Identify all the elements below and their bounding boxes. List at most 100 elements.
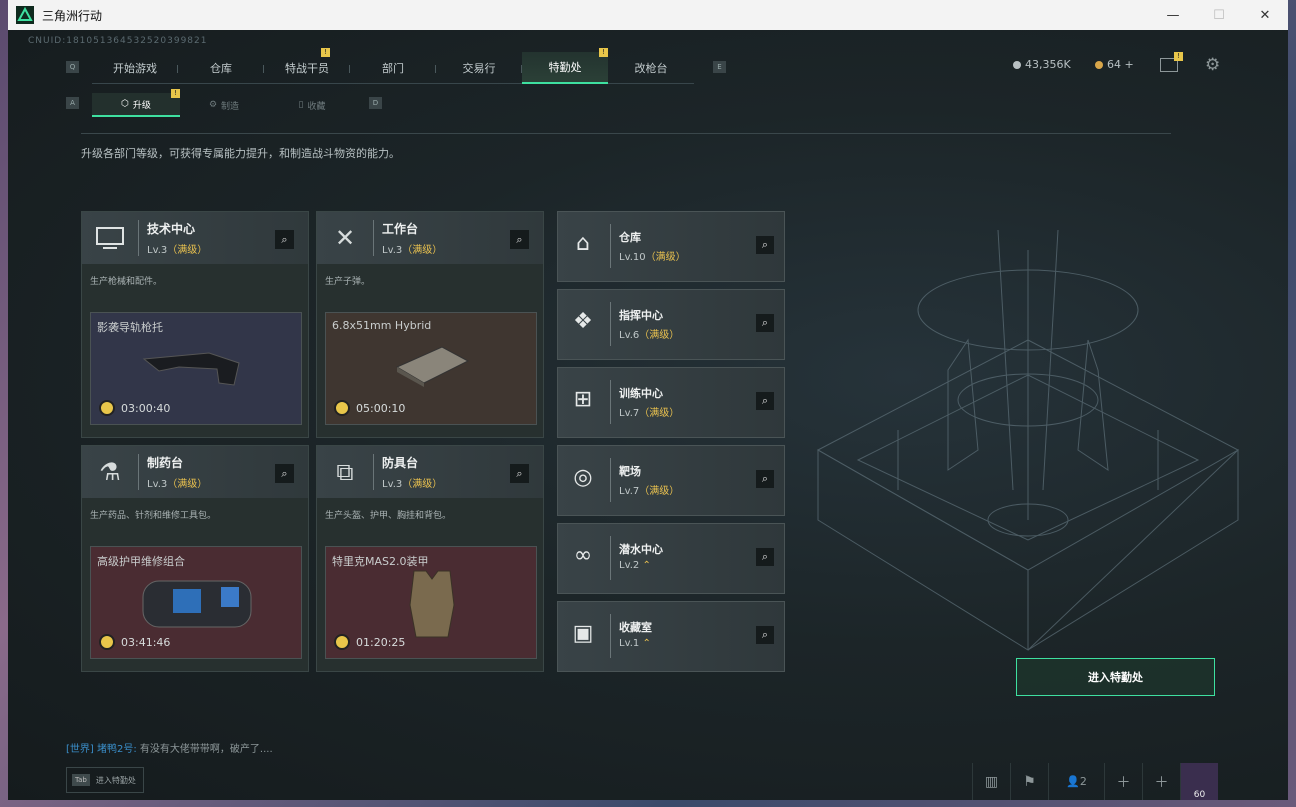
building-level: Lv.3（满级） [382,245,443,256]
chat-message[interactable]: [世界] 堵鸭2号: 有没有大佬带带啊，破产了.... [66,740,273,755]
armor-vest-image [409,570,455,638]
nav-key-left: Q [66,61,79,73]
search-icon[interactable]: ⌕ [756,236,774,254]
tab-warehouse[interactable]: 仓库 [178,52,264,84]
building-description: 生产子弹。 [325,277,371,287]
subtab-craft[interactable]: ⚙ 制造 [180,93,268,117]
minimize-button[interactable]: — [1150,0,1196,30]
building-name: 工作台 [382,222,419,236]
currency-main: 43,356K [1013,58,1071,71]
building-name: 训练中心 [619,387,663,400]
building-card-tech-center[interactable]: 技术中心 Lv.3（满级） ⌕ 生产枪械和配件。 影袭导轨枪托 03:00:40 [81,211,309,438]
building-description: 生产枪械和配件。 [90,277,163,287]
flag-icon[interactable]: ⚑ [1010,763,1048,800]
search-icon[interactable]: ⌕ [510,464,529,483]
building-card-training-center[interactable]: ⊞ 训练中心 Lv.7（满级） ⌕ [557,367,785,438]
coin-icon [1013,60,1021,69]
subtab-upgrade[interactable]: ⬡ 升级! [92,89,180,117]
search-icon[interactable]: ⌕ [756,392,774,410]
add-slot-button[interactable]: ＋ [1142,763,1180,800]
top-nav: 开始游戏 仓库 特战干员! 部门 交易行 特勤处! 改枪台 [92,48,694,84]
enter-special-ops-button[interactable]: 进入特勤处 [1016,658,1215,696]
notification-badge: ! [321,48,330,57]
command-icon: ❖ [573,308,593,334]
production-slot[interactable]: 特里克MAS2.0装甲 01:20:25 [325,546,537,659]
search-icon[interactable]: ⌕ [756,470,774,488]
currency-premium[interactable]: 64 + [1095,58,1134,71]
chat-user: 堵鸭2号: [97,744,137,755]
player-avatar[interactable]: 60 [1180,763,1218,800]
subnav-key-left: A [66,97,79,109]
tools-icon: ✕ [334,224,356,252]
tab-hint-button[interactable]: Tab 进入特勤处 [66,767,144,793]
game-viewport: CNUID:181051364532520399821 Q 开始游戏 仓库 特战… [8,30,1288,800]
notification-badge: ! [599,48,608,57]
uid-label: CNUID:181051364532520399821 [28,36,208,46]
chat-channel: [世界] [66,744,94,755]
timer-clock-icon [99,400,115,416]
subtab-collection[interactable]: ▯ 收藏 [268,93,356,117]
building-card-pharmacy[interactable]: ⚗ 制药台 Lv.3（满级） ⌕ 生产药品、针剂和维修工具包。 高级护甲维修组合… [81,445,309,672]
notification-badge: ! [171,89,180,98]
add-slot-button[interactable]: ＋ [1104,763,1142,800]
tab-gunsmith[interactable]: 改枪台 [608,52,694,84]
nav-key-right: E [713,61,726,73]
building-card-shooting-range[interactable]: ◎ 靶场 Lv.7（满级） ⌕ [557,445,785,516]
building-card-command-center[interactable]: ❖ 指挥中心 Lv.6（满级） ⌕ [557,289,785,360]
building-name: 收藏室 [619,621,652,634]
game-window: 三角洲行动 — ☐ ✕ CNUID:181051364532520399821 … [8,0,1288,800]
cubes-icon: ⧉ [336,458,354,486]
building-level: Lv.2 ⌃ [619,560,651,571]
building-level: Lv.3（满级） [147,479,208,490]
collection-icon: ▯ [298,100,304,110]
building-name: 技术中心 [147,222,196,236]
tab-start-game[interactable]: 开始游戏 [92,52,178,84]
repair-kit-bag-image [142,580,252,628]
search-icon[interactable]: ⌕ [756,314,774,332]
building-card-armor-bench[interactable]: ⧉ 防具台 Lv.3（满级） ⌕ 生产头盔、护甲、胸挂和背包。 特里克MAS2.… [316,445,544,672]
building-level: Lv.1 ⌃ [619,638,651,649]
target-icon: ◎ [573,464,593,490]
search-icon[interactable]: ⌕ [275,464,294,483]
search-icon[interactable]: ⌕ [756,626,774,644]
tab-operators[interactable]: 特战干员! [264,48,350,84]
building-level: Lv.3（满级） [382,479,443,490]
production-slot[interactable]: 高级护甲维修组合 03:41:46 [90,546,302,659]
title-bar: 三角洲行动 — ☐ ✕ [8,0,1288,30]
building-card-diving-center[interactable]: ∞ 潜水中心 Lv.2 ⌃ ⌕ [557,523,785,594]
page-description: 升级各部门等级，可获得专属能力提升，和制造战斗物资的能力。 [81,147,400,160]
search-icon[interactable]: ⌕ [510,230,529,249]
production-slot[interactable]: 6.8x51mm Hybrid 05:00:10 [325,312,537,425]
squad-button[interactable]: 👤 2 [1048,763,1104,800]
squad-icon: 👤 [1066,775,1080,788]
building-name: 制药台 [147,456,184,470]
building-name: 防具台 [382,456,419,470]
building-card-workbench[interactable]: ✕ 工作台 Lv.3（满级） ⌕ 生产子弹。 6.8x51mm Hybrid 0… [316,211,544,438]
tab-special-ops[interactable]: 特勤处! [522,48,608,84]
building-level: Lv.6（满级） [619,330,680,341]
tab-trade[interactable]: 交易行 [436,52,522,84]
facility-wireframe-image [816,229,1240,651]
maximize-button[interactable]: ☐ [1196,0,1242,30]
production-slot[interactable]: 影袭导轨枪托 03:00:40 [90,312,302,425]
chat-text: 有没有大佬带带啊，破产了.... [139,744,273,755]
tab-hint-text: 进入特勤处 [95,775,136,785]
timer-clock-icon [99,634,115,650]
tab-department[interactable]: 部门 [350,52,436,84]
monitor-icon [90,218,130,258]
building-name: 靶场 [619,465,641,478]
search-icon[interactable]: ⌕ [275,230,294,249]
building-card-collection-room[interactable]: ▣ 收藏室 Lv.1 ⌃ ⌕ [557,601,785,672]
mail-badge: ! [1174,52,1183,61]
close-button[interactable]: ✕ [1242,0,1288,30]
building-card-warehouse[interactable]: ⌂ 仓库 Lv.10（满级） ⌕ [557,211,785,282]
sub-nav: ⬡ 升级! ⚙ 制造 ▯ 收藏 [92,89,356,117]
upgrade-icon: ⬡ [121,99,129,109]
stats-chart-icon[interactable]: ▥ [972,763,1010,800]
stock-item-image [142,352,240,386]
search-icon[interactable]: ⌕ [756,548,774,566]
settings-gear-icon[interactable]: ⚙ [1205,55,1220,75]
upgrade-arrow-icon: ⌃ [642,560,651,571]
warehouse-icon: ⌂ [576,230,590,256]
building-name: 仓库 [619,231,641,244]
